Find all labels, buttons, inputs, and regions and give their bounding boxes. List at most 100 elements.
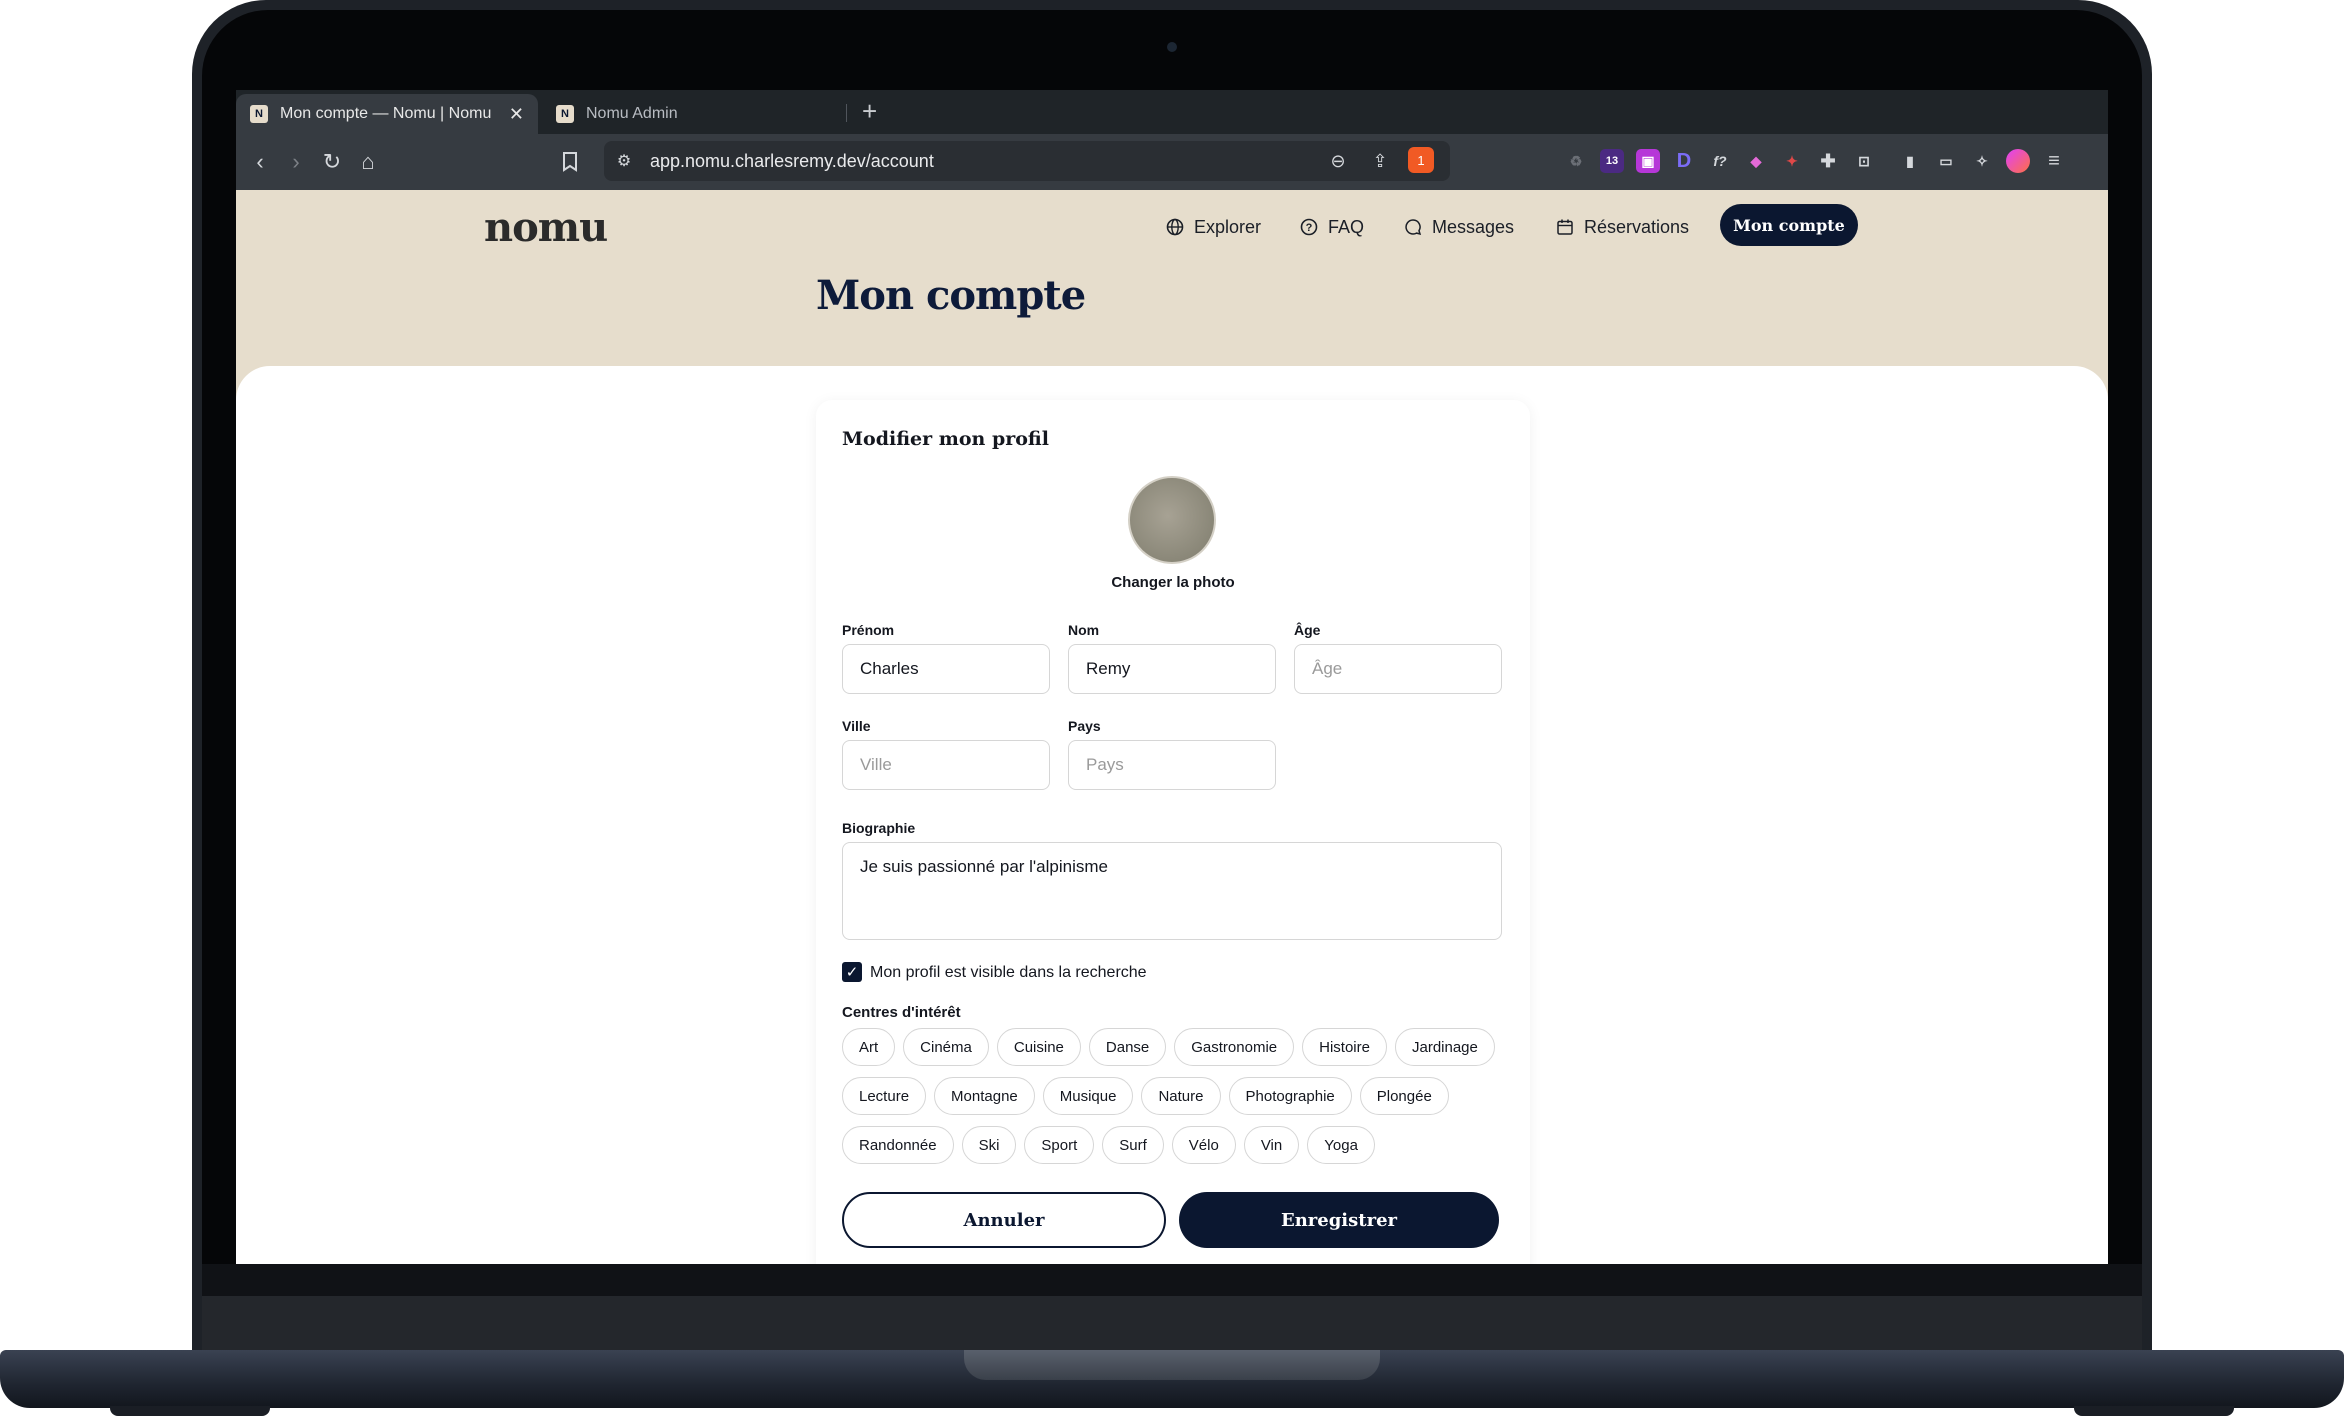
home-icon[interactable]: ⌂ — [354, 148, 382, 176]
interest-chip[interactable]: Yoga — [1307, 1126, 1375, 1164]
nav-messages[interactable]: Messages — [1402, 216, 1514, 238]
interest-chip[interactable]: Gastronomie — [1174, 1028, 1295, 1066]
interest-chip[interactable]: Lecture — [842, 1077, 927, 1115]
tab-bar: N Mon compte — Nomu | Nomu ✕ N Nomu Admi… — [236, 90, 2108, 134]
save-button[interactable]: Enregistrer — [1179, 1192, 1499, 1248]
tab-nomu-admin[interactable]: N Nomu Admin — [542, 94, 842, 134]
laptop-mockup: N Mon compte — Nomu | Nomu ✕ N Nomu Admi… — [0, 0, 2344, 1420]
new-tab-plus-icon[interactable]: + — [862, 96, 877, 127]
avatar[interactable] — [1128, 476, 1216, 564]
nav-reservations[interactable]: Réservations — [1554, 216, 1689, 238]
interest-chip[interactable]: Photographie — [1228, 1077, 1352, 1115]
reload-icon[interactable]: ↻ — [318, 148, 346, 176]
laptop-foot-left — [110, 1406, 270, 1416]
visible-checkbox[interactable]: ✓ — [842, 962, 862, 982]
nomu-logo[interactable]: nomu — [484, 204, 608, 251]
browser-window: N Mon compte — Nomu | Nomu ✕ N Nomu Admi… — [236, 90, 2108, 1264]
profile-avatar-icon[interactable] — [2006, 149, 2030, 173]
interest-chip[interactable]: Jardinage — [1394, 1028, 1495, 1066]
interest-chip[interactable]: Nature — [1141, 1077, 1221, 1115]
brave-shield-badge: 1 — [1417, 152, 1425, 168]
age-input[interactable] — [1294, 644, 1502, 694]
bio-label: Biographie — [842, 820, 916, 836]
interest-chip[interactable]: Art — [842, 1028, 896, 1066]
close-icon[interactable]: ✕ — [509, 104, 524, 125]
city-input[interactable] — [842, 740, 1050, 790]
nav-faq[interactable]: ? FAQ — [1298, 216, 1364, 238]
zoom-out-icon[interactable]: ⊖ — [1324, 147, 1352, 175]
interest-chip[interactable]: Surf — [1102, 1126, 1164, 1164]
laptop-hinge-notch — [964, 1350, 1380, 1380]
forward-arrow-icon[interactable]: › — [282, 148, 310, 176]
interest-chip[interactable]: Danse — [1088, 1028, 1167, 1066]
interest-chip[interactable]: Montagne — [934, 1077, 1035, 1115]
nav-explorer-label: Explorer — [1194, 216, 1262, 237]
age-label: Âge — [1294, 622, 1321, 638]
interest-chip[interactable]: Vélo — [1171, 1126, 1236, 1164]
back-arrow-icon[interactable]: ‹ — [246, 148, 274, 176]
change-photo-link[interactable]: Changer la photo — [816, 574, 1530, 591]
visible-checkbox-label[interactable]: Mon profil est visible dans la recherche — [870, 964, 1147, 982]
purple-extension-icon[interactable]: ▣ — [1636, 149, 1660, 173]
url-text: app.nomu.charlesremy.dev/account — [650, 151, 934, 171]
bio-textarea[interactable] — [842, 842, 1502, 940]
pin-extension-icon[interactable]: ✦ — [1780, 149, 1804, 173]
interest-chip[interactable]: Sport — [1024, 1126, 1095, 1164]
tab-label: Nomu Admin — [586, 105, 678, 122]
sidebar-toggle-icon[interactable]: ▮ — [1898, 149, 1922, 173]
share-icon[interactable]: ⇪ — [1366, 147, 1394, 175]
first-name-input[interactable] — [842, 644, 1050, 694]
interests-list: Art Cinéma Cuisine Danse Gastronomie Histoire… — [842, 1028, 1522, 1164]
content-area: Modifier mon profil Changer la photo Pré… — [236, 366, 2108, 1264]
country-label: Pays — [1068, 718, 1101, 734]
interest-chip[interactable]: Musique — [1042, 1077, 1134, 1115]
address-bar[interactable]: ⚙ app.nomu.charlesremy.dev/account ⊖ ⇪ 1 — [604, 141, 1450, 181]
puzzle-extensions-icon[interactable]: ✚ — [1816, 149, 1840, 173]
recycle-extension-icon[interactable]: ♻ — [1564, 149, 1588, 173]
bookmark-icon[interactable] — [556, 148, 584, 176]
screenshot-icon[interactable]: ⊡ — [1852, 149, 1876, 173]
interest-chip[interactable]: Vin — [1243, 1126, 1300, 1164]
last-name-label: Nom — [1068, 622, 1100, 638]
cancel-button[interactable]: Annuler — [842, 1192, 1166, 1248]
laptop-chin-strip — [202, 1296, 2142, 1350]
laptop-foot-right — [2074, 1406, 2234, 1416]
card-title: Modifier mon profil — [842, 428, 1049, 450]
interest-chip[interactable]: Cuisine — [996, 1028, 1081, 1066]
page-title: Mon compte — [816, 272, 1086, 319]
chat-bubble-icon — [1402, 216, 1424, 238]
mon-compte-button[interactable]: Mon compte — [1720, 204, 1858, 246]
nomu-favicon-icon: N — [556, 105, 574, 123]
formula-extension-icon[interactable]: f? — [1708, 149, 1732, 173]
help-circle-icon: ? — [1298, 216, 1320, 238]
country-input[interactable] — [1068, 740, 1276, 790]
brave-shield-icon[interactable]: 1 — [1408, 147, 1434, 173]
nomu-favicon-icon: N — [250, 105, 268, 123]
wallet-icon[interactable]: ▭ — [1934, 149, 1958, 173]
site-settings-icon[interactable]: ⚙ — [610, 147, 638, 175]
extension-badge-count: 13 — [1605, 155, 1619, 167]
leo-ai-icon[interactable]: ✧ — [1970, 149, 1994, 173]
city-label: Ville — [842, 718, 871, 734]
menu-hamburger-icon[interactable]: ≡ — [2042, 149, 2066, 173]
nav-reservations-label: Réservations — [1584, 216, 1690, 237]
interest-chip[interactable]: Plongée — [1359, 1077, 1449, 1115]
nav-faq-label: FAQ — [1328, 216, 1365, 237]
tab-separator — [846, 104, 847, 122]
tab-mon-compte[interactable]: N Mon compte — Nomu | Nomu ✕ — [236, 94, 538, 134]
browser-toolbar: ‹ › ↻ ⌂ ⚙ app.nomu.charlesremy.dev/accou… — [236, 134, 2108, 190]
globe-icon — [1164, 216, 1186, 238]
nav-explorer[interactable]: Explorer — [1164, 216, 1261, 238]
last-name-input[interactable] — [1068, 644, 1276, 694]
calendar-icon — [1554, 216, 1576, 238]
d-extension-icon[interactable]: D — [1672, 149, 1696, 173]
tag-extension-icon[interactable]: ◆ — [1744, 149, 1768, 173]
badge-extension-icon[interactable]: 13 — [1600, 149, 1624, 173]
interest-chip[interactable]: Histoire — [1302, 1028, 1387, 1066]
profile-card: Modifier mon profil Changer la photo Pré… — [816, 400, 1530, 1264]
interest-chip[interactable]: Cinéma — [903, 1028, 989, 1066]
web-page: nomu Explorer ? FAQ Messages Réservation… — [236, 190, 2108, 1264]
first-name-label: Prénom — [842, 622, 895, 638]
interest-chip[interactable]: Ski — [961, 1126, 1017, 1164]
interest-chip[interactable]: Randonnée — [842, 1126, 954, 1164]
